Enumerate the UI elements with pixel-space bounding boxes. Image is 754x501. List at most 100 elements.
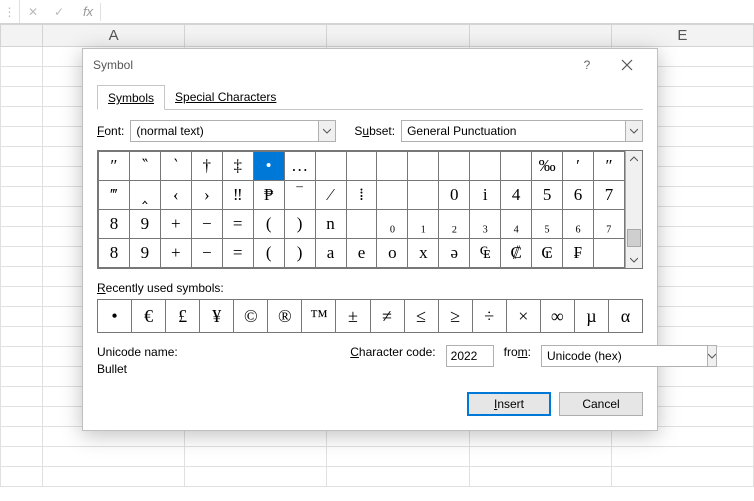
symbol-cell[interactable]: ‹ bbox=[160, 181, 191, 210]
symbol-cell[interactable]: 9 bbox=[129, 210, 160, 239]
column-header[interactable]: A bbox=[43, 25, 185, 47]
symbol-cell[interactable]: ₱ bbox=[253, 181, 284, 210]
symbol-cell[interactable]: • bbox=[253, 152, 284, 181]
recent-symbol-cell[interactable]: × bbox=[507, 300, 541, 332]
recent-symbol-cell[interactable]: ÷ bbox=[473, 300, 507, 332]
symbol-cell[interactable]: ( bbox=[253, 210, 284, 239]
symbol-cell[interactable]: 7 bbox=[594, 181, 625, 210]
recent-symbol-cell[interactable]: ≠ bbox=[371, 300, 405, 332]
scroll-up-button[interactable] bbox=[626, 151, 642, 167]
recent-symbol-cell[interactable]: ≥ bbox=[439, 300, 473, 332]
symbol-cell[interactable]: = bbox=[222, 210, 253, 239]
symbol-cell[interactable]: ₇ bbox=[594, 210, 625, 239]
symbol-cell[interactable]: ₅ bbox=[532, 210, 563, 239]
symbol-cell[interactable]: ⁞ bbox=[346, 181, 377, 210]
tab-special-characters[interactable]: Special Characters bbox=[165, 85, 286, 109]
scroll-thumb[interactable] bbox=[627, 229, 641, 247]
symbol-cell[interactable]: ‡ bbox=[222, 152, 253, 181]
symbol-cell[interactable]: ₃ bbox=[470, 210, 501, 239]
symbol-cell[interactable]: + bbox=[160, 239, 191, 268]
symbol-cell[interactable]: ‵ bbox=[160, 152, 191, 181]
cancel-button[interactable]: Cancel bbox=[559, 392, 643, 416]
symbol-cell[interactable]: a bbox=[315, 239, 346, 268]
symbol-cell[interactable]: ′ bbox=[563, 152, 594, 181]
symbol-cell[interactable]: 0 bbox=[439, 181, 470, 210]
symbol-cell[interactable]: ₀ bbox=[377, 210, 408, 239]
symbol-cell[interactable]: ) bbox=[284, 239, 315, 268]
subset-combo[interactable] bbox=[401, 120, 643, 142]
insert-button[interactable]: Insert bbox=[467, 392, 551, 416]
recent-symbols[interactable]: •€£¥©®™±≠≤≥÷×∞µα bbox=[97, 299, 643, 333]
symbol-cell[interactable] bbox=[408, 152, 439, 181]
recent-symbol-cell[interactable]: © bbox=[234, 300, 268, 332]
fx-icon[interactable]: fx bbox=[72, 0, 98, 23]
font-input[interactable] bbox=[130, 120, 318, 142]
column-header[interactable] bbox=[469, 25, 611, 47]
symbol-cell[interactable] bbox=[346, 152, 377, 181]
symbol-grid[interactable]: ″‶‵†‡•…‰′″‴‸‹›‼₱‾⁄⁞0i456789+−=()n₀₁₂₃₄₅₆… bbox=[98, 151, 625, 268]
recent-symbol-cell[interactable]: ™ bbox=[302, 300, 336, 332]
from-dropdown-button[interactable] bbox=[707, 345, 717, 367]
symbol-cell[interactable] bbox=[439, 152, 470, 181]
scroll-down-button[interactable] bbox=[626, 252, 642, 268]
recent-symbol-cell[interactable]: ≤ bbox=[405, 300, 439, 332]
symbol-cell[interactable]: 8 bbox=[99, 210, 130, 239]
symbol-cell[interactable]: ⁄ bbox=[315, 181, 346, 210]
subset-input[interactable] bbox=[401, 120, 625, 142]
symbol-cell[interactable]: ₄ bbox=[501, 210, 532, 239]
symbol-cell[interactable] bbox=[501, 152, 532, 181]
symbol-cell[interactable]: ₁ bbox=[408, 210, 439, 239]
symbol-cell[interactable]: ‶ bbox=[129, 152, 160, 181]
grid-scrollbar[interactable] bbox=[625, 151, 642, 268]
column-header[interactable] bbox=[185, 25, 327, 47]
symbol-cell[interactable]: n bbox=[315, 210, 346, 239]
recent-symbol-cell[interactable]: α bbox=[609, 300, 642, 332]
symbol-cell[interactable]: … bbox=[284, 152, 315, 181]
recent-symbol-cell[interactable]: € bbox=[132, 300, 166, 332]
symbol-cell[interactable]: ″ bbox=[594, 152, 625, 181]
symbol-cell[interactable]: ‴ bbox=[99, 181, 130, 210]
symbol-cell[interactable] bbox=[470, 152, 501, 181]
symbol-cell[interactable]: + bbox=[160, 210, 191, 239]
symbol-cell[interactable]: ₂ bbox=[439, 210, 470, 239]
from-input[interactable] bbox=[541, 345, 707, 367]
symbol-cell[interactable]: ₢ bbox=[532, 239, 563, 268]
symbol-cell[interactable]: x bbox=[408, 239, 439, 268]
symbol-cell[interactable]: = bbox=[222, 239, 253, 268]
recent-symbol-cell[interactable]: µ bbox=[575, 300, 609, 332]
subset-dropdown-button[interactable] bbox=[625, 120, 643, 142]
symbol-cell[interactable]: ₆ bbox=[563, 210, 594, 239]
symbol-cell[interactable] bbox=[377, 152, 408, 181]
symbol-cell[interactable] bbox=[594, 239, 625, 268]
close-button[interactable] bbox=[607, 51, 647, 79]
symbol-cell[interactable]: ‼ bbox=[222, 181, 253, 210]
recent-symbol-cell[interactable]: ± bbox=[336, 300, 370, 332]
symbol-cell[interactable]: ₣ bbox=[563, 239, 594, 268]
symbol-cell[interactable]: ə bbox=[439, 239, 470, 268]
symbol-cell[interactable]: ( bbox=[253, 239, 284, 268]
symbol-cell[interactable]: − bbox=[191, 239, 222, 268]
symbol-cell[interactable]: ‸ bbox=[129, 181, 160, 210]
charcode-input[interactable] bbox=[446, 345, 494, 367]
accept-entry-icon[interactable]: ✓ bbox=[46, 0, 72, 23]
column-header[interactable] bbox=[327, 25, 469, 47]
symbol-cell[interactable]: › bbox=[191, 181, 222, 210]
symbol-cell[interactable]: ) bbox=[284, 210, 315, 239]
symbol-cell[interactable]: − bbox=[191, 210, 222, 239]
column-header[interactable]: E bbox=[611, 25, 753, 47]
symbol-cell[interactable]: i bbox=[470, 181, 501, 210]
dialog-titlebar[interactable]: Symbol ? bbox=[83, 49, 657, 81]
symbol-cell[interactable]: † bbox=[191, 152, 222, 181]
recent-symbol-cell[interactable]: £ bbox=[166, 300, 200, 332]
symbol-cell[interactable]: ₠ bbox=[470, 239, 501, 268]
symbol-cell[interactable]: 4 bbox=[501, 181, 532, 210]
symbol-cell[interactable]: ‾ bbox=[284, 181, 315, 210]
symbol-cell[interactable]: 8 bbox=[99, 239, 130, 268]
symbol-cell[interactable]: 9 bbox=[129, 239, 160, 268]
recent-symbol-cell[interactable]: ∞ bbox=[541, 300, 575, 332]
symbol-cell[interactable] bbox=[315, 152, 346, 181]
font-combo[interactable] bbox=[130, 120, 336, 142]
symbol-cell[interactable]: e bbox=[346, 239, 377, 268]
symbol-cell[interactable] bbox=[346, 210, 377, 239]
cancel-entry-icon[interactable]: ✕ bbox=[20, 0, 46, 23]
